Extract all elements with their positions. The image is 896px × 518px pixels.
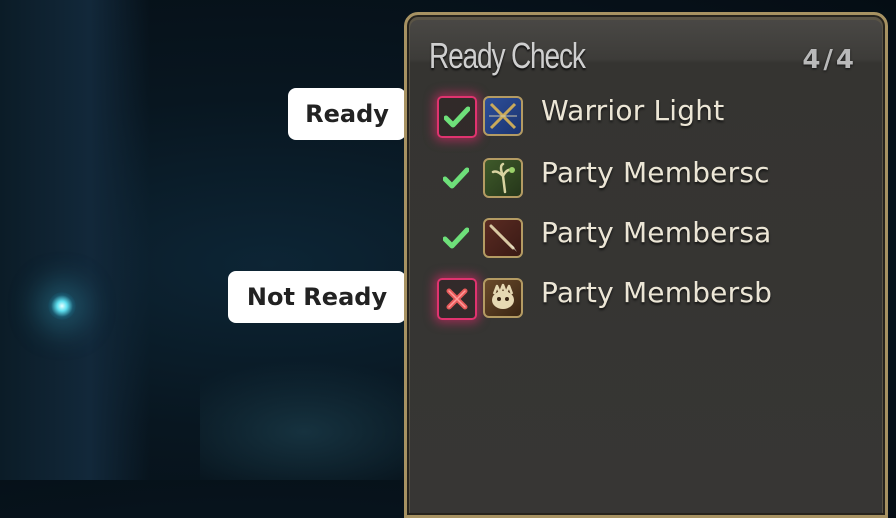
- ready-check-icon: [439, 221, 473, 255]
- conjurer-icon: [483, 158, 523, 198]
- callout-not-ready-label: Not Ready: [246, 283, 388, 311]
- party-member-row[interactable]: Party Membersb: [407, 273, 877, 321]
- member-name: Warrior Light: [541, 94, 725, 127]
- window-title: Ready Check: [429, 35, 586, 76]
- member-name: Party Membersa: [541, 216, 772, 249]
- ready-check-window[interactable]: Ready Check 4/4 Warrior Light Party Memb…: [404, 12, 888, 518]
- callout-not-ready: Not Ready: [228, 271, 426, 323]
- glowing-wisp: [48, 292, 76, 320]
- lancer-icon: [483, 218, 523, 258]
- ready-count: 4/4: [802, 45, 857, 75]
- ready-check-icon: [437, 96, 477, 138]
- monk-icon: [483, 278, 523, 318]
- paladin-icon: [483, 96, 523, 136]
- party-member-row[interactable]: Warrior Light: [407, 91, 877, 139]
- callout-ready-label: Ready: [305, 100, 389, 128]
- ready-check-icon: [439, 161, 473, 195]
- not-ready-x-icon: [437, 278, 477, 320]
- member-name: Party Membersb: [541, 276, 773, 309]
- member-name: Party Membersc: [541, 156, 770, 189]
- cave-background: [0, 0, 150, 480]
- callout-ready: Ready: [288, 88, 426, 140]
- party-member-row[interactable]: Party Membersc: [407, 153, 877, 201]
- party-member-row[interactable]: Party Membersa: [407, 213, 877, 261]
